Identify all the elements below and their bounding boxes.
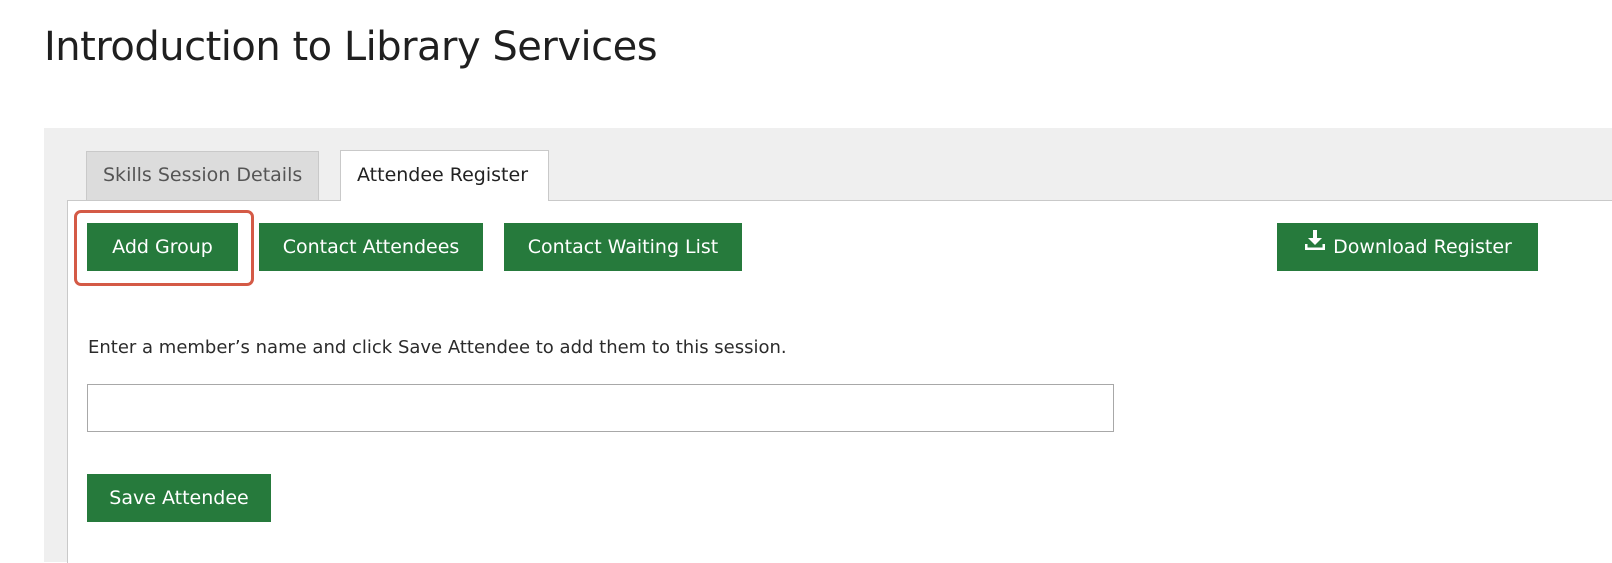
download-register-label: Download Register — [1333, 236, 1512, 258]
download-icon — [1303, 222, 1327, 270]
tab-skills-session-details[interactable]: Skills Session Details — [86, 151, 319, 200]
page-title: Introduction to Library Services — [44, 24, 658, 70]
member-name-input[interactable] — [87, 384, 1114, 432]
contact-waiting-list-button[interactable]: Contact Waiting List — [504, 223, 742, 271]
save-attendee-button[interactable]: Save Attendee — [87, 474, 271, 522]
add-group-button[interactable]: Add Group — [87, 223, 238, 271]
contact-attendees-button[interactable]: Contact Attendees — [259, 223, 483, 271]
tab-attendee-register[interactable]: Attendee Register — [340, 150, 549, 201]
instruction-text: Enter a member’s name and click Save Att… — [88, 337, 787, 358]
download-register-button[interactable]: Download Register — [1277, 223, 1538, 271]
